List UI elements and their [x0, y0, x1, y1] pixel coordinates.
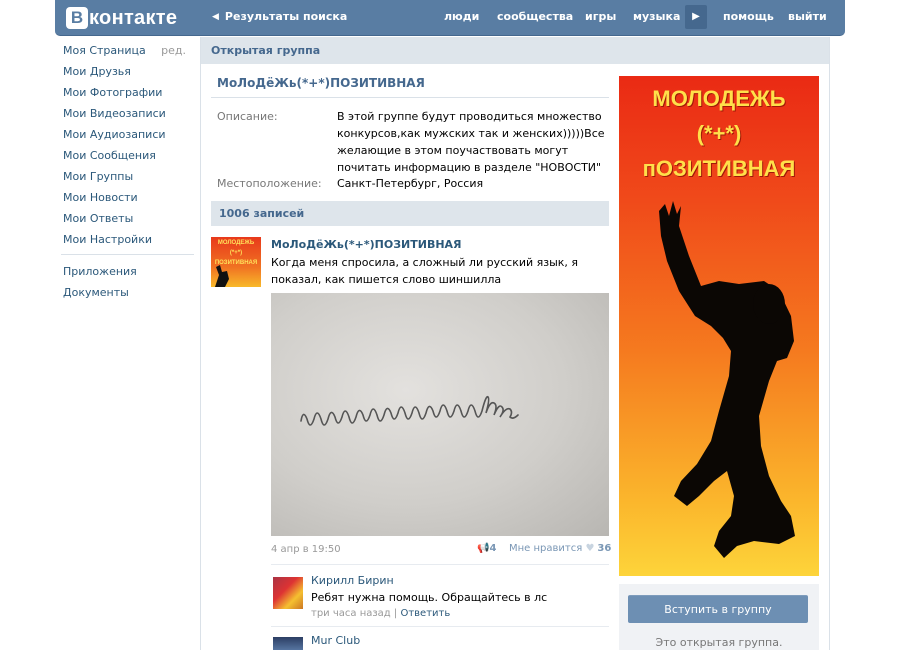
join-group-button[interactable]: Вступить в группу: [628, 595, 808, 623]
sidebar-item-documents[interactable]: Документы: [56, 282, 194, 303]
back-link-label: Результаты поиска: [224, 10, 348, 23]
comment-avatar[interactable]: [273, 637, 303, 650]
back-arrow-icon: ◀: [212, 11, 219, 22]
divider: [271, 626, 609, 627]
nav-help[interactable]: помощь: [723, 10, 774, 23]
heart-icon: ♥: [585, 543, 595, 554]
records-count-bar[interactable]: 1006 записей: [211, 201, 609, 226]
silhouette-icon: [215, 265, 229, 287]
comment-time[interactable]: три часа назад: [311, 608, 391, 619]
left-sidebar: Моя Страница ред. Мои Друзья Мои Фотограф…: [56, 40, 194, 303]
join-panel: Вступить в группу Это открытая группа.: [619, 584, 819, 650]
play-icon[interactable]: ▶: [685, 5, 707, 29]
logo-badge: B: [66, 7, 88, 29]
share-button[interactable]: 📢4: [477, 543, 496, 554]
sidebar-item-videos[interactable]: Мои Видеозаписи: [56, 103, 194, 124]
main-content: Открытая группа МоЛоДёЖь(*+*)ПОЗИТИВНАЯ …: [200, 37, 830, 650]
nav-people[interactable]: люди: [444, 10, 479, 23]
sidebar-item-news[interactable]: Мои Новости: [56, 187, 194, 208]
sidebar-item-groups[interactable]: Мои Группы: [56, 166, 194, 187]
group-title: МоЛоДёЖь(*+*)ПОЗИТИВНАЯ: [217, 76, 425, 90]
sidebar-item-photos[interactable]: Мои Фотографии: [56, 82, 194, 103]
divider: [211, 97, 609, 98]
comment-author[interactable]: Mur Club: [311, 634, 360, 647]
comment-text: Ребят нужна помощь. Обращайтесь в лс: [311, 591, 548, 604]
comment-avatar[interactable]: [273, 577, 303, 609]
post-author[interactable]: МоЛоДёЖь(*+*)ПОЗИТИВНАЯ: [271, 238, 462, 251]
share-count: 4: [489, 543, 497, 554]
logo-wordmark: контакте: [89, 6, 178, 29]
nav-communities[interactable]: сообщества: [497, 10, 573, 23]
post-date[interactable]: 4 апр в 19:50: [271, 544, 341, 555]
sidebar-item-friends[interactable]: Мои Друзья: [56, 61, 194, 82]
nav-games[interactable]: игры: [585, 10, 616, 23]
sidebar-item-answers[interactable]: Мои Ответы: [56, 208, 194, 229]
reply-link[interactable]: Ответить: [400, 608, 450, 619]
sidebar-item-apps[interactable]: Приложения: [56, 261, 194, 282]
description-value: В этой группе будут проводиться множеств…: [337, 110, 605, 174]
location-label: Местоположение:: [217, 177, 322, 190]
description-label: Описание:: [217, 110, 278, 123]
nav-logout[interactable]: выйти: [788, 10, 827, 23]
like-button[interactable]: Мне нравится ♥ 36: [509, 543, 611, 554]
sidebar-item-settings[interactable]: Мои Настройки: [56, 229, 194, 250]
sidebar-item-messages[interactable]: Мои Сообщения: [56, 145, 194, 166]
sidebar-item-audio[interactable]: Мои Аудиозаписи: [56, 124, 194, 145]
group-type-header: Открытая группа: [201, 37, 829, 64]
post-text: Когда меня спросила, а сложный ли русски…: [271, 256, 579, 286]
group-banner-image[interactable]: МОЛОДЕЖЬ (*+*) пОЗИТИВНАЯ: [619, 76, 819, 576]
like-count: 36: [597, 543, 612, 554]
sidebar-divider: [61, 254, 194, 255]
nav-music[interactable]: музыка: [633, 10, 680, 23]
vk-logo[interactable]: B контакте: [66, 6, 177, 30]
sidebar-item-my-page[interactable]: Моя Страница ред.: [56, 40, 194, 61]
megaphone-icon: 📢: [477, 543, 490, 554]
edit-link[interactable]: ред.: [161, 40, 186, 61]
post-image[interactable]: [271, 293, 609, 536]
comment-author[interactable]: Кирилл Бирин: [311, 574, 394, 587]
open-group-note: Это открытая группа.: [655, 636, 783, 649]
top-bar: B контакте ◀ Результаты поиска люди сооб…: [55, 0, 845, 36]
like-label: Мне нравится: [509, 543, 583, 554]
location-value[interactable]: Санкт-Петербург, Россия: [337, 175, 607, 192]
jumping-man-silhouette-icon: [659, 201, 795, 558]
comment-meta: три часа назад | Ответить: [311, 608, 451, 619]
divider: [271, 564, 609, 565]
back-link[interactable]: ◀ Результаты поиска: [212, 10, 347, 23]
post-avatar[interactable]: МОЛОДЕЖЬ (*+*) ПОЗИТИВНАЯ: [211, 237, 261, 287]
handwriting-image: [300, 395, 519, 426]
